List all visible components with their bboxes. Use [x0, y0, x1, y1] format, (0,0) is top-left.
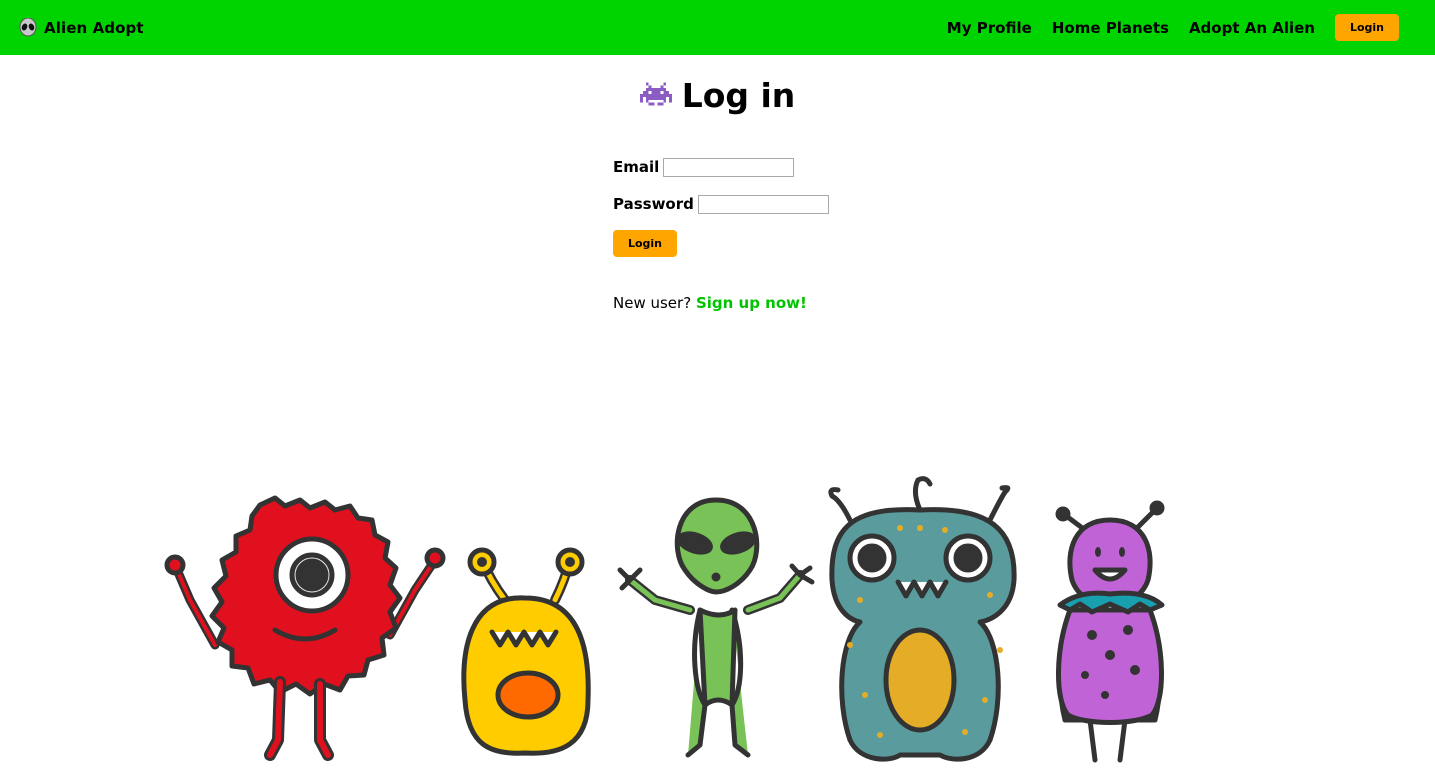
purple-alien: [1055, 500, 1165, 763]
email-label: Email: [613, 158, 660, 176]
page-title-row: Log in: [0, 76, 1435, 115]
signup-prompt: New user? Sign up now!: [613, 294, 807, 312]
signup-prompt-text: New user?: [613, 294, 692, 312]
top-navbar: Alien Adopt My Profile Home Planets Adop…: [0, 0, 1435, 55]
teal-spotted-monster: [828, 476, 1017, 762]
signup-link[interactable]: Sign up now!: [696, 294, 807, 312]
red-fuzzy-cyclops: [164, 495, 446, 761]
email-row: Email: [613, 156, 829, 178]
login-form: Email Password Login: [613, 156, 829, 257]
password-field[interactable]: [697, 194, 829, 214]
nav-link-adopt-an-alien[interactable]: Adopt An Alien: [1189, 19, 1315, 37]
nav-links: My Profile Home Planets Adopt An Alien L…: [927, 14, 1399, 41]
nav-link-home-planets[interactable]: Home Planets: [1052, 19, 1169, 37]
nav-login-button[interactable]: Login: [1335, 14, 1399, 41]
alien-face-icon: [19, 17, 37, 36]
nav-link-my-profile[interactable]: My Profile: [947, 19, 1032, 37]
yellow-blob-monster: [461, 547, 591, 756]
login-submit-button[interactable]: Login: [613, 230, 677, 257]
brand[interactable]: Alien Adopt: [18, 17, 144, 38]
page-title: Log in: [681, 76, 796, 115]
space-invader-icon: [639, 81, 672, 106]
email-field[interactable]: [663, 157, 795, 177]
brand-label: Alien Adopt: [44, 18, 144, 37]
green-alien: [617, 497, 815, 758]
password-row: Password: [613, 193, 829, 215]
password-label: Password: [613, 195, 694, 213]
aliens-illustration: [164, 476, 1165, 763]
